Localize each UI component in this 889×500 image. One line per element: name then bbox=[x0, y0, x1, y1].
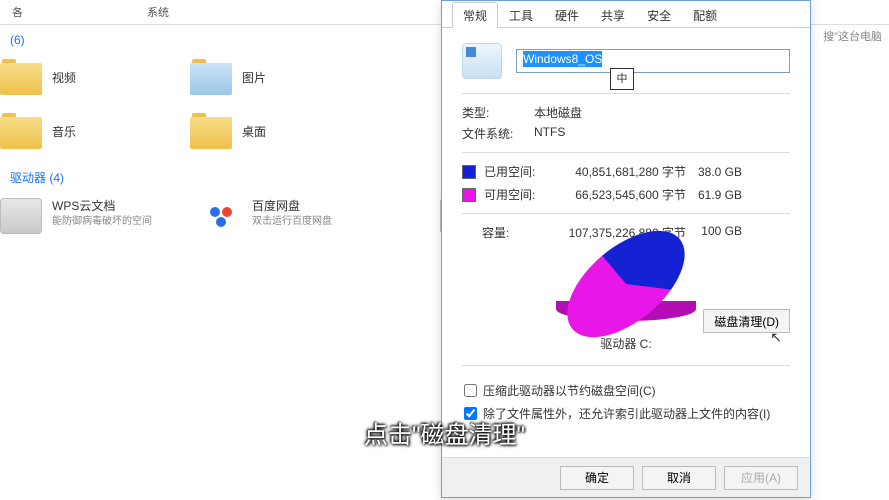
drive-c-label: 驱动器 C: bbox=[462, 335, 790, 352]
folder-desktop[interactable]: 桌面 bbox=[190, 113, 340, 149]
tab-sharing[interactable]: 共享 bbox=[590, 2, 636, 27]
free-bytes: 66,523,545,600 字节 bbox=[556, 186, 686, 203]
tab-tools[interactable]: 工具 bbox=[498, 2, 544, 27]
cap-gb: 100 GB bbox=[686, 224, 742, 241]
index-checkbox[interactable] bbox=[464, 407, 477, 420]
drive-title: 百度网盘 bbox=[252, 198, 332, 215]
cancel-button[interactable]: 取消 bbox=[642, 466, 716, 490]
divider bbox=[462, 365, 790, 366]
tab-strip: 常规 工具 硬件 共享 安全 配额 bbox=[442, 2, 810, 28]
folder-label: 图片 bbox=[242, 69, 266, 86]
drive-icon bbox=[0, 198, 42, 234]
type-value: 本地磁盘 bbox=[534, 104, 582, 121]
col-name[interactable]: 各 bbox=[0, 0, 35, 24]
divider bbox=[462, 93, 790, 94]
dialog-button-bar: 确定 取消 应用(A) bbox=[442, 457, 810, 497]
free-gb: 61.9 GB bbox=[686, 188, 742, 202]
drive-sub: 能防御病毒破坏的空间 bbox=[52, 215, 152, 229]
type-label: 类型: bbox=[462, 104, 534, 121]
search-hint[interactable]: 搜"这台电脑 bbox=[823, 28, 882, 44]
volume-name-input[interactable]: Windows8_OS bbox=[516, 49, 790, 73]
drive-wps[interactable]: WPS云文档 能防御病毒破坏的空间 bbox=[0, 198, 160, 234]
baidu-icon bbox=[200, 198, 242, 234]
drive-icon bbox=[462, 43, 502, 79]
drive-label: 百度网盘 双击运行百度网盘 bbox=[252, 198, 332, 229]
tab-quota[interactable]: 配额 bbox=[682, 2, 728, 27]
folder-icon bbox=[0, 59, 42, 95]
pie-chart bbox=[556, 247, 696, 335]
folder-video[interactable]: 视频 bbox=[0, 59, 150, 95]
compress-label: 压缩此驱动器以节约磁盘空间(C) bbox=[483, 382, 656, 399]
volume-name-text: Windows8_OS bbox=[523, 51, 602, 67]
index-label: 除了文件属性外，还允许索引此驱动器上文件的内容(I) bbox=[483, 405, 770, 422]
folder-icon bbox=[0, 113, 42, 149]
ok-button[interactable]: 确定 bbox=[560, 466, 634, 490]
tab-security[interactable]: 安全 bbox=[636, 2, 682, 27]
free-space-row: 可用空间: 66,523,545,600 字节 61.9 GB bbox=[462, 186, 790, 203]
cap-label: 容量: bbox=[462, 224, 556, 241]
folder-label: 音乐 bbox=[52, 123, 76, 140]
drive-title: WPS云文档 bbox=[52, 198, 152, 215]
folder-label: 视频 bbox=[52, 69, 76, 86]
folder-icon bbox=[190, 59, 232, 95]
compress-checkbox[interactable] bbox=[464, 384, 477, 397]
col-system[interactable]: 系统 bbox=[135, 0, 181, 24]
divider bbox=[462, 213, 790, 214]
drive-label: WPS云文档 能防御病毒破坏的空间 bbox=[52, 198, 152, 229]
disk-cleanup-button[interactable]: 磁盘清理(D) bbox=[703, 309, 790, 333]
folder-music[interactable]: 音乐 bbox=[0, 113, 150, 149]
compress-checkbox-row[interactable]: 压缩此驱动器以节约磁盘空间(C) bbox=[464, 382, 790, 399]
apply-button[interactable]: 应用(A) bbox=[724, 466, 798, 490]
drive-baidu[interactable]: 百度网盘 双击运行百度网盘 bbox=[200, 198, 360, 234]
fs-row: 文件系统: NTFS bbox=[462, 125, 790, 142]
used-swatch bbox=[462, 165, 476, 179]
type-row: 类型: 本地磁盘 bbox=[462, 104, 790, 121]
folder-label: 桌面 bbox=[242, 123, 266, 140]
used-label: 已用空间: bbox=[484, 163, 556, 180]
tab-general[interactable]: 常规 bbox=[452, 2, 498, 28]
used-bytes: 40,851,681,280 字节 bbox=[556, 163, 686, 180]
free-label: 可用空间: bbox=[484, 186, 556, 203]
divider bbox=[462, 152, 790, 153]
used-space-row: 已用空间: 40,851,681,280 字节 38.0 GB bbox=[462, 163, 790, 180]
folder-icon bbox=[190, 113, 232, 149]
index-checkbox-row[interactable]: 除了文件属性外，还允许索引此驱动器上文件的内容(I) bbox=[464, 405, 790, 422]
fs-value: NTFS bbox=[534, 125, 565, 142]
free-swatch bbox=[462, 188, 476, 202]
used-gb: 38.0 GB bbox=[686, 165, 742, 179]
tab-hardware[interactable]: 硬件 bbox=[544, 2, 590, 27]
folder-pictures[interactable]: 图片 bbox=[190, 59, 340, 95]
drive-sub: 双击运行百度网盘 bbox=[252, 215, 332, 229]
fs-label: 文件系统: bbox=[462, 125, 534, 142]
ime-indicator: 中 bbox=[610, 68, 634, 90]
